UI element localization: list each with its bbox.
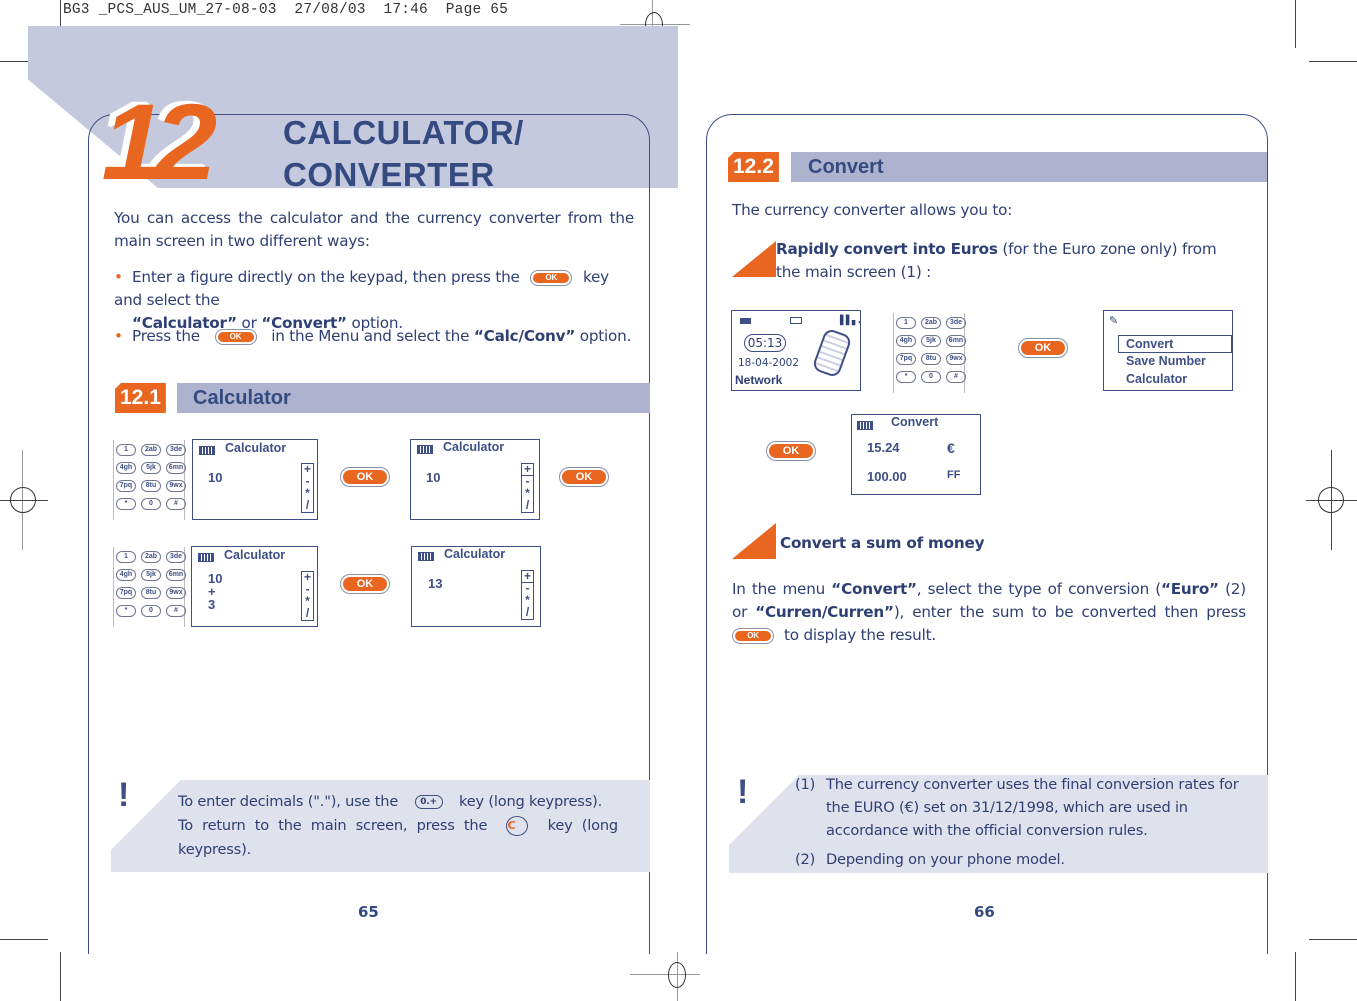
keypad-key: 1 [116,444,136,456]
keypad-key: 9wx [166,587,186,599]
euro-unit: € [947,440,955,456]
keypad-key: 6mn [166,569,186,581]
convert-intro: The currency converter allows you to: [732,201,1013,219]
home-screen: ▌▌▖. 05:13 18-04-2002 Network [731,310,861,391]
keypad-key: # [166,498,186,510]
pencil-icon: ✎ [1109,314,1119,327]
keypad-key: 5jk [141,569,161,581]
section-title-calculator: Calculator [193,387,291,409]
page-number-right: 66 [974,903,995,921]
options-menu-screen: ✎ Convert Save Number Calculator [1103,310,1233,391]
date: 18-04-2002 [738,357,800,369]
exclamation-icon: ! [737,773,749,811]
keypad-key: 0 [141,605,161,617]
orange-triangle-icon [732,523,776,559]
note-right-text: (1) The currency converter uses the fina… [795,776,1239,868]
ok-key-icon: OK [340,574,390,594]
network-label: Network [735,373,783,387]
keypad-key: 7pq [116,480,136,492]
chapter-number: 12 [101,81,217,202]
calculator-icon [418,552,434,561]
c-key-icon: C [506,816,529,836]
input-value-ff: 100.00 [867,469,907,484]
convert-item-1: Rapidly convert into Euros (for the Euro… [776,240,1217,281]
chapter-title: CALCULATOR/ CONVERTER [283,114,524,193]
section-number-calculator: 12.1 [115,383,166,413]
keypad-key: * [116,498,136,510]
operator-list: + - * / [521,463,534,513]
keypad-key: 5jk [141,462,161,474]
message-icon [790,317,802,324]
intro-paragraph: You can access the calculator and the cu… [114,209,634,250]
ok-key-icon: OK [732,627,774,644]
keypad-illustration: 1 2ab 3de 4gh 5jk 6mn 7pq 8tu 9wx * 0 # [113,440,186,520]
keypad-key: # [166,605,186,617]
exclamation-icon: ! [118,776,130,814]
keypad-key: 0 [141,498,161,510]
section-number-convert: 12.2 [728,152,779,182]
ff-unit: FF [947,469,961,481]
keypad-key: 2ab [141,444,161,456]
ok-key-icon: OK [766,441,816,461]
keypad-key: 1 [116,551,136,563]
page-number-left: 65 [358,903,379,921]
keypad-key: 6mn [166,462,186,474]
operator-list: + - * / [521,570,534,620]
menu-item-save-number[interactable]: Save Number [1118,353,1232,371]
intro-bullet-2: • Press the OK in the Menu and select the… [114,327,632,345]
keypad-illustration: 1 2ab 3de 4gh 5jk 6mn 7pq 8tu 9wx * 0 # [113,547,186,627]
converted-value-euro: 15.24 [867,440,900,455]
keypad-key: 3de [166,551,186,563]
keypad-key: 2ab [141,551,161,563]
section-header-calculator: Calculator [177,383,650,413]
signal-icon: ▌▌▖. [840,316,861,326]
operator-list: + - * / [301,463,314,513]
zero-plus-key-icon: 0.+ [414,795,443,809]
section-title-convert: Convert [808,156,884,178]
keypad-key: 4gh [116,569,136,581]
keypad-key: 9wx [166,480,186,492]
calculator-icon [198,553,214,562]
ok-key-icon: OK [530,269,573,286]
print-slug: BG3 _PCS_AUS_UM_27-08-03 27/08/03 17:46 … [63,2,509,18]
calculator-icon [417,445,433,454]
note-left-text: To enter decimals ("."), use the 0.+ key… [178,793,618,858]
keypad-key: 7pq [116,587,136,599]
battery-icon [740,318,751,324]
convert-screen: Convert 15.24 € 100.00 FF [851,414,981,495]
ok-key-icon: OK [214,328,257,345]
section-header-convert: Convert [791,152,1267,182]
keypad-key: 4gh [116,462,136,474]
menu-item-convert[interactable]: Convert [1118,335,1232,353]
orange-triangle-icon [732,241,776,277]
convert-sum-paragraph: In the menu “Convert”, select the type o… [732,580,1246,644]
ok-key-icon: OK [1018,338,1068,358]
menu-item-calculator[interactable]: Calculator [1118,371,1232,389]
operator-list: + - * / [301,571,314,621]
ok-key-icon: OK [559,467,609,487]
keypad-key: * [116,605,136,617]
keypad-key: 8tu [141,587,161,599]
calculator-icon [857,421,873,430]
calculator-screen-1: Calculator 10 + - * / [192,439,318,520]
calculator-screen-2: Calculator 10 + - * / [410,439,540,520]
calculator-screen-4: Calculator 13 + - * / [411,546,541,627]
calculator-screen-3: Calculator 10 + 3 + - * / [191,546,318,627]
keypad-key: 8tu [141,480,161,492]
keypad-key: 3de [166,444,186,456]
calculator-icon [199,446,215,455]
convert-item-2: Convert a sum of money [780,534,985,552]
clock: 05:13 [744,334,786,352]
phone-illustration-icon [811,327,853,379]
ok-key-icon: OK [340,467,390,487]
